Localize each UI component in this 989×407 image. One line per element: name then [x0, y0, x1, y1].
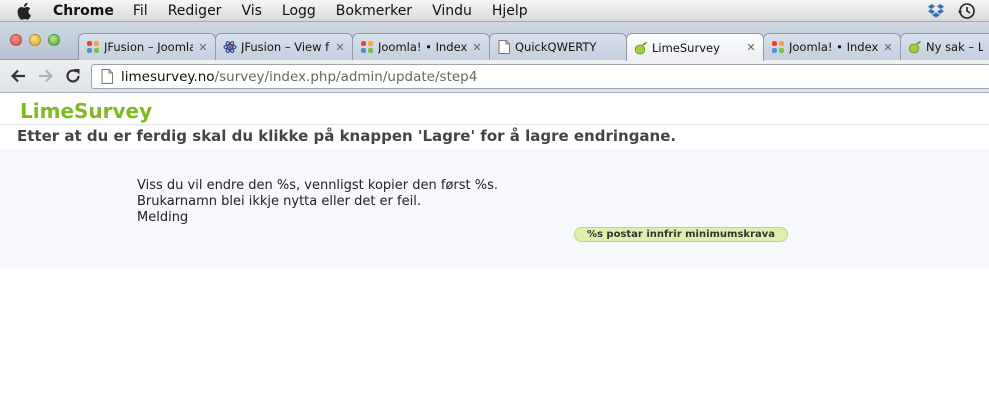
- time-machine-icon[interactable]: [957, 2, 975, 24]
- joomla-icon: [86, 40, 100, 54]
- tab-joomla-index[interactable]: Joomla! • Index | ✕: [352, 33, 490, 60]
- tab-limesurvey[interactable]: LimeSurvey ✕: [626, 33, 764, 61]
- jfusion-icon: [223, 40, 237, 54]
- page-icon: [497, 40, 511, 54]
- tab-title: LimeSurvey: [652, 40, 720, 55]
- menu-hjelp[interactable]: Hjelp: [492, 3, 528, 19]
- lime-icon: [634, 41, 648, 55]
- menu-logg[interactable]: Logg: [282, 3, 316, 19]
- tab-title: Ny sak – Lim: [926, 40, 983, 54]
- window-controls: [10, 34, 60, 46]
- joomla-icon: [360, 40, 374, 54]
- close-window-icon[interactable]: [10, 34, 22, 46]
- tab-strip: JFusion – Joomla ✕ JFusion – View fo ✕ J…: [0, 22, 989, 61]
- forward-arrow-icon[interactable]: [36, 66, 56, 86]
- url-path: /survey/index.php/admin/update/step4: [214, 68, 478, 85]
- message-panel: Viss du vil endre den %s, vennligst kopi…: [0, 149, 989, 269]
- menu-bar: Chrome Fil Rediger Vis Logg Bokmerker Vi…: [0, 0, 989, 22]
- message-copy-notice: Viss du vil endre den %s, vennligst kopi…: [137, 178, 499, 193]
- dropbox-icon[interactable]: [927, 3, 945, 23]
- message-label: Melding: [137, 210, 189, 225]
- page-icon: [101, 69, 113, 84]
- minimize-window-icon[interactable]: [29, 34, 41, 46]
- browser-toolbar: limesurvey.no/survey/index.php/admin/upd…: [0, 60, 989, 93]
- close-tab-icon[interactable]: ✕: [882, 41, 894, 54]
- tab-title: Joomla! • Index |: [378, 40, 467, 54]
- tab-title: Joomla! • Index |: [789, 40, 878, 54]
- zoom-window-icon[interactable]: [48, 34, 60, 46]
- menu-vis[interactable]: Vis: [241, 3, 261, 19]
- tab-title: JFusion – View fo: [241, 40, 330, 54]
- tab-joomla-index-2[interactable]: Joomla! • Index | ✕: [763, 33, 901, 60]
- status-badge: %s postar innfrir minimumskrava: [574, 227, 788, 242]
- menu-rediger[interactable]: Rediger: [168, 3, 222, 19]
- close-tab-icon[interactable]: ✕: [471, 41, 483, 54]
- tab-quickqwerty[interactable]: QuickQWERTY: [489, 33, 627, 60]
- menu-bokmerker[interactable]: Bokmerker: [336, 3, 412, 19]
- tab-ny-sak[interactable]: Ny sak – Lim: [900, 33, 989, 60]
- page-content: LimeSurvey Etter at du er ferdig skal du…: [0, 93, 989, 407]
- tab-title: JFusion – Joomla: [104, 40, 193, 54]
- header-divider: [0, 124, 989, 125]
- tab-jfusion-joomla[interactable]: JFusion – Joomla ✕: [78, 33, 216, 60]
- address-bar[interactable]: limesurvey.no/survey/index.php/admin/upd…: [91, 64, 989, 89]
- menu-app-name[interactable]: Chrome: [53, 3, 114, 19]
- joomla-icon: [771, 40, 785, 54]
- back-arrow-icon[interactable]: [8, 66, 28, 86]
- menu-vindu[interactable]: Vindu: [432, 3, 472, 19]
- page-heading: Etter at du er ferdig skal du klikke på …: [17, 127, 677, 145]
- lime-icon: [908, 40, 922, 54]
- reload-icon[interactable]: [63, 66, 83, 86]
- close-tab-icon[interactable]: ✕: [745, 41, 757, 54]
- close-tab-icon[interactable]: ✕: [197, 41, 209, 54]
- close-tab-icon[interactable]: ✕: [334, 41, 346, 54]
- tab-title: QuickQWERTY: [515, 40, 597, 54]
- menu-fil[interactable]: Fil: [133, 3, 148, 19]
- tab-jfusion-view[interactable]: JFusion – View fo ✕: [215, 33, 353, 60]
- apple-icon[interactable]: [17, 2, 35, 20]
- message-username-error: Brukarnamn blei ikkje nytta eller det er…: [137, 194, 421, 209]
- limesurvey-logo[interactable]: LimeSurvey: [20, 99, 152, 123]
- url-host: limesurvey.no: [121, 68, 215, 85]
